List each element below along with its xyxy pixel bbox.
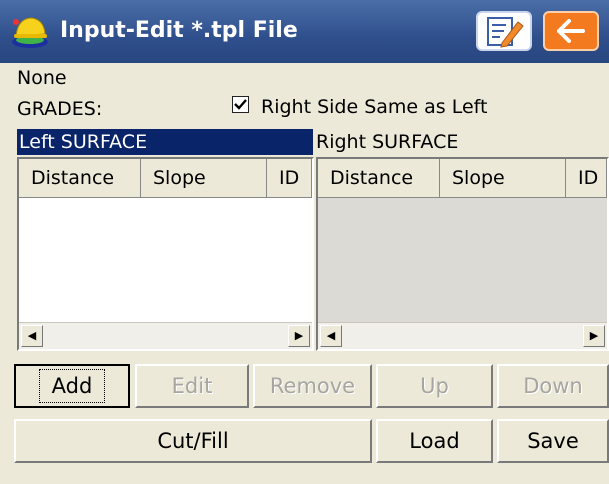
right-side-same-label[interactable]: Right Side Same as Left	[261, 95, 487, 119]
scroll-right-icon[interactable]: ▶	[583, 325, 605, 347]
column-header-slope[interactable]: Slope	[440, 159, 566, 198]
scroll-right-icon[interactable]: ▶	[288, 325, 310, 347]
right-surface-grid[interactable]: Distance Slope ID ◀ ▶	[316, 157, 609, 351]
none-label: None	[17, 67, 67, 89]
left-surface-label[interactable]: Left SURFACE	[17, 129, 313, 155]
up-button[interactable]: Up	[376, 364, 493, 408]
horizontal-scrollbar[interactable]: ◀ ▶	[19, 322, 312, 349]
horizontal-scrollbar[interactable]: ◀ ▶	[318, 322, 607, 349]
cut-fill-button[interactable]: Cut/Fill	[14, 419, 372, 463]
add-button-label: Add	[38, 369, 106, 403]
edit-file-button[interactable]	[476, 11, 532, 51]
right-surface-label[interactable]: Right SURFACE	[316, 129, 458, 155]
column-header-id[interactable]: ID	[267, 159, 312, 198]
grades-label: GRADES:	[17, 98, 103, 120]
down-button[interactable]: Down	[497, 364, 609, 408]
checkmark-icon	[234, 99, 247, 110]
scroll-left-icon[interactable]: ◀	[21, 325, 43, 347]
back-button[interactable]	[543, 11, 599, 51]
edit-button[interactable]: Edit	[135, 364, 249, 408]
remove-button[interactable]: Remove	[253, 364, 372, 408]
save-button[interactable]: Save	[497, 419, 609, 463]
column-header-distance[interactable]: Distance	[318, 159, 440, 198]
left-surface-grid[interactable]: Distance Slope ID ◀ ▶	[17, 157, 314, 351]
add-button[interactable]: Add	[14, 364, 130, 408]
column-header-distance[interactable]: Distance	[19, 159, 141, 198]
scroll-left-icon[interactable]: ◀	[320, 325, 342, 347]
window-title: Input-Edit *.tpl File	[60, 18, 298, 43]
title-bar: Input-Edit *.tpl File	[0, 0, 609, 63]
column-header-id[interactable]: ID	[566, 159, 607, 198]
right-side-same-checkbox[interactable]	[232, 96, 249, 113]
edit-pencil-icon	[487, 17, 524, 48]
back-arrow-icon	[557, 19, 585, 43]
column-header-slope[interactable]: Slope	[141, 159, 267, 198]
load-button[interactable]: Load	[376, 419, 493, 463]
surveyor-hardhat-icon	[12, 17, 48, 48]
